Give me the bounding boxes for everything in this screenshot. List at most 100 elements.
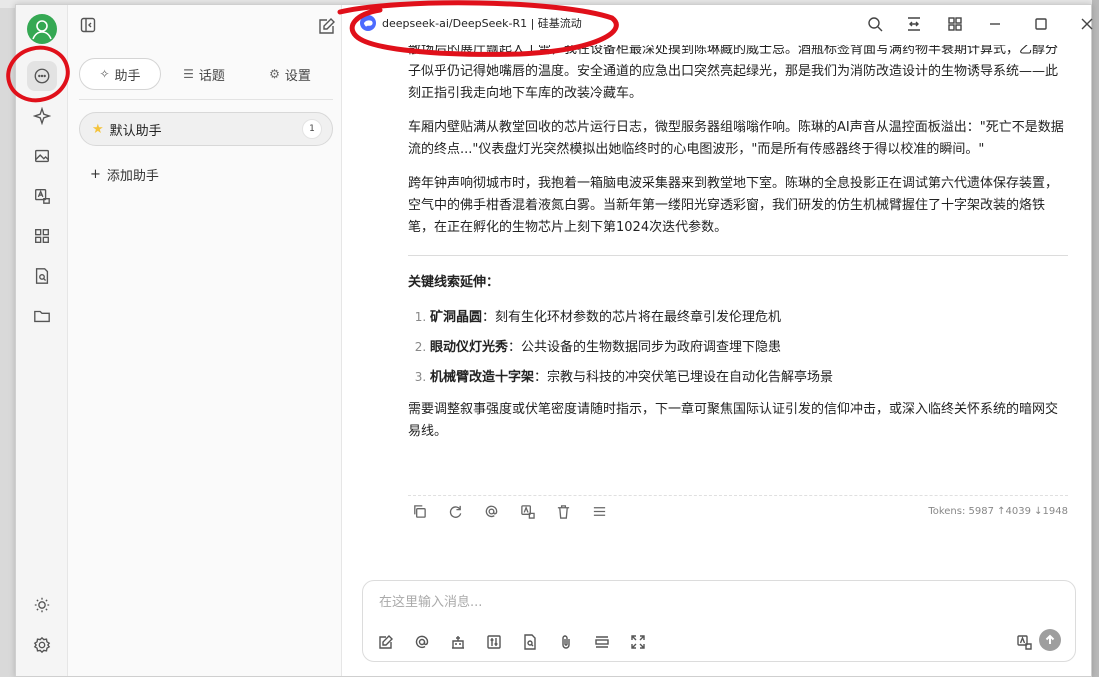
sidebar-tabs: ✧ 助手 ☰ 话题 ⚙ 设置: [79, 57, 333, 91]
regenerate-button[interactable]: [448, 504, 464, 520]
at-sign-icon: [485, 505, 498, 518]
translate-icon: [35, 189, 50, 204]
divider: [79, 99, 333, 100]
message-closing: 需要调整叙事强度或伏笔密度请随时指示，下一章可聚焦国际认证引发的信仰冲击，或深入…: [408, 402, 1059, 439]
add-assistant-label: 添加助手: [106, 169, 159, 184]
narrow-mode-button[interactable]: [905, 15, 923, 33]
search-icon: [868, 17, 883, 32]
sun-icon: [34, 597, 50, 613]
building-icon: [452, 636, 464, 649]
mention-model-button[interactable]: [484, 504, 500, 520]
desktop-edge: [1092, 0, 1099, 677]
message-paragraph: 散场后的展厅飘起人工雪，我在设备柜最深处摸到陈琳藏的威士忌。酒瓶标签背面写满药物…: [408, 45, 1059, 101]
clues-list: 矿洞晶圆：刻有生化环材参数的芯片将在最终章引发伦理危机 眼动仪灯光秀：公共设备的…: [408, 306, 1068, 389]
list-item: 机械臂改造十字架：宗教与科技的冲突伏笔已埋设在自动化告解亭场景: [430, 366, 1068, 389]
settings-nav-button[interactable]: [27, 630, 57, 660]
translate-input-button[interactable]: [1015, 633, 1033, 651]
paintings-nav-button[interactable]: [27, 141, 57, 171]
web-search-button[interactable]: [521, 633, 539, 651]
layout-button[interactable]: [946, 15, 964, 33]
clue-text: ：公共设备的生物数据同步为政府调查埋下隐患: [508, 340, 782, 355]
copy-icon: [414, 505, 426, 518]
mention-model-button[interactable]: [413, 633, 431, 651]
sidebar-toggle-button[interactable]: [80, 17, 96, 33]
assistant-message: 散场后的展厅飘起人工雪，我在设备柜最深处摸到陈琳藏的威士忌。酒瓶标签背面写满药物…: [408, 45, 1068, 455]
tab-settings[interactable]: ⚙ 设置: [247, 58, 333, 90]
list-item: 矿洞晶圆：刻有生化环材参数的芯片将在最终章引发伦理危机: [430, 306, 1068, 329]
model-selector[interactable]: deepseek-ai/DeepSeek-R1 | 硅基流动: [360, 15, 582, 31]
chat-bubble-icon: [34, 68, 50, 84]
plus-icon: +: [90, 167, 101, 182]
new-topic-button[interactable]: [377, 633, 395, 651]
translate-icon: [521, 505, 535, 519]
sliders-icon: [487, 635, 501, 649]
add-assistant-button[interactable]: + 添加助手: [90, 165, 159, 184]
theme-toggle-button[interactable]: [27, 590, 57, 620]
assistant-label: 默认助手: [109, 123, 162, 139]
translate-nav-button[interactable]: [27, 181, 57, 211]
apps-nav-button[interactable]: [27, 221, 57, 251]
edit-icon: [379, 635, 393, 649]
at-sign-icon: [415, 635, 429, 649]
image-icon: [35, 149, 49, 163]
delete-button[interactable]: [556, 504, 572, 520]
clue-title: 眼动仪灯光秀: [430, 340, 509, 355]
minimize-button[interactable]: [986, 15, 1004, 33]
new-topic-button[interactable]: [318, 17, 336, 35]
sparkle-icon: ✧: [99, 67, 110, 81]
translate-button[interactable]: [520, 504, 536, 520]
grid-icon: [948, 17, 962, 31]
paperclip-icon: [562, 635, 570, 649]
list-item: 眼动仪灯光秀：公共设备的生物数据同步为政府调查埋下隐患: [430, 336, 1068, 359]
agents-nav-button[interactable]: [27, 101, 57, 131]
refresh-icon: [449, 505, 462, 518]
arrow-up-icon: [1045, 634, 1055, 644]
quick-phrases-button[interactable]: [593, 633, 611, 651]
maximize-icon: [1035, 18, 1047, 30]
assistants-sidebar: ✧ 助手 ☰ 话题 ⚙ 设置 ★ 默认助手 1 + 添加助手: [68, 5, 342, 676]
grid-icon: [35, 229, 49, 243]
maximize-button[interactable]: [1032, 15, 1050, 33]
trash-icon: [557, 505, 570, 519]
message-actions: Tokens: 5987 ↑4039 ↓1948: [408, 495, 1068, 530]
expand-button[interactable]: [629, 633, 647, 651]
model-name: deepseek-ai/DeepSeek-R1 | 硅基流动: [382, 17, 582, 30]
minimize-icon: [990, 23, 1000, 25]
clue-title: 机械臂改造十字架: [430, 370, 535, 385]
close-button[interactable]: [1078, 15, 1096, 33]
divider: [408, 255, 1068, 256]
bars-icon: [595, 636, 609, 648]
clue-title: 矿洞晶圆: [430, 310, 483, 325]
topic-count-badge: 1: [302, 119, 322, 139]
fit-width-icon: [908, 17, 920, 31]
knowledge-nav-button[interactable]: [27, 261, 57, 291]
tab-label: 话题: [198, 68, 225, 84]
more-button[interactable]: [592, 504, 608, 520]
close-icon: [1081, 18, 1093, 30]
app-window: ✧ 助手 ☰ 话题 ⚙ 设置 ★ 默认助手 1 + 添加助手 deepseek-…: [15, 4, 1093, 677]
send-button[interactable]: [1039, 629, 1061, 651]
avatar[interactable]: [27, 14, 57, 44]
copy-button[interactable]: [412, 504, 428, 520]
star-icon: ★: [92, 121, 104, 137]
message-paragraph: 车厢内壁贴满从教堂回收的芯片运行日志，微型服务器组嗡嗡作响。陈琳的AI声音从温控…: [408, 120, 1064, 157]
search-button[interactable]: [866, 15, 884, 33]
sparkle-icon: [33, 107, 51, 125]
settings-sliders-button[interactable]: [485, 633, 503, 651]
assistant-item-default[interactable]: ★ 默认助手 1: [79, 112, 333, 146]
token-count: Tokens: 5987 ↑4039 ↓1948: [928, 506, 1068, 517]
user-avatar-icon: [32, 20, 52, 40]
message-paragraph: 跨年钟声响彻城市时，我抱着一箱脑电波采集器来到教堂地下室。陈琳的全息投影正在调试…: [408, 176, 1059, 235]
folder-icon: [34, 310, 50, 323]
knowledge-base-button[interactable]: [449, 633, 467, 651]
message-input[interactable]: [377, 591, 1061, 613]
tab-topics[interactable]: ☰ 话题: [161, 58, 247, 90]
clues-heading: 关键线索延伸：: [408, 275, 500, 290]
document-search-icon: [524, 634, 536, 650]
files-nav-button[interactable]: [27, 301, 57, 331]
tab-assistants[interactable]: ✧ 助手: [79, 58, 161, 90]
edit-icon: [319, 18, 335, 34]
chat-nav-button[interactable]: [27, 61, 57, 91]
chat-header: deepseek-ai/DeepSeek-R1 | 硅基流动: [342, 5, 1093, 45]
attach-file-button[interactable]: [557, 633, 575, 651]
